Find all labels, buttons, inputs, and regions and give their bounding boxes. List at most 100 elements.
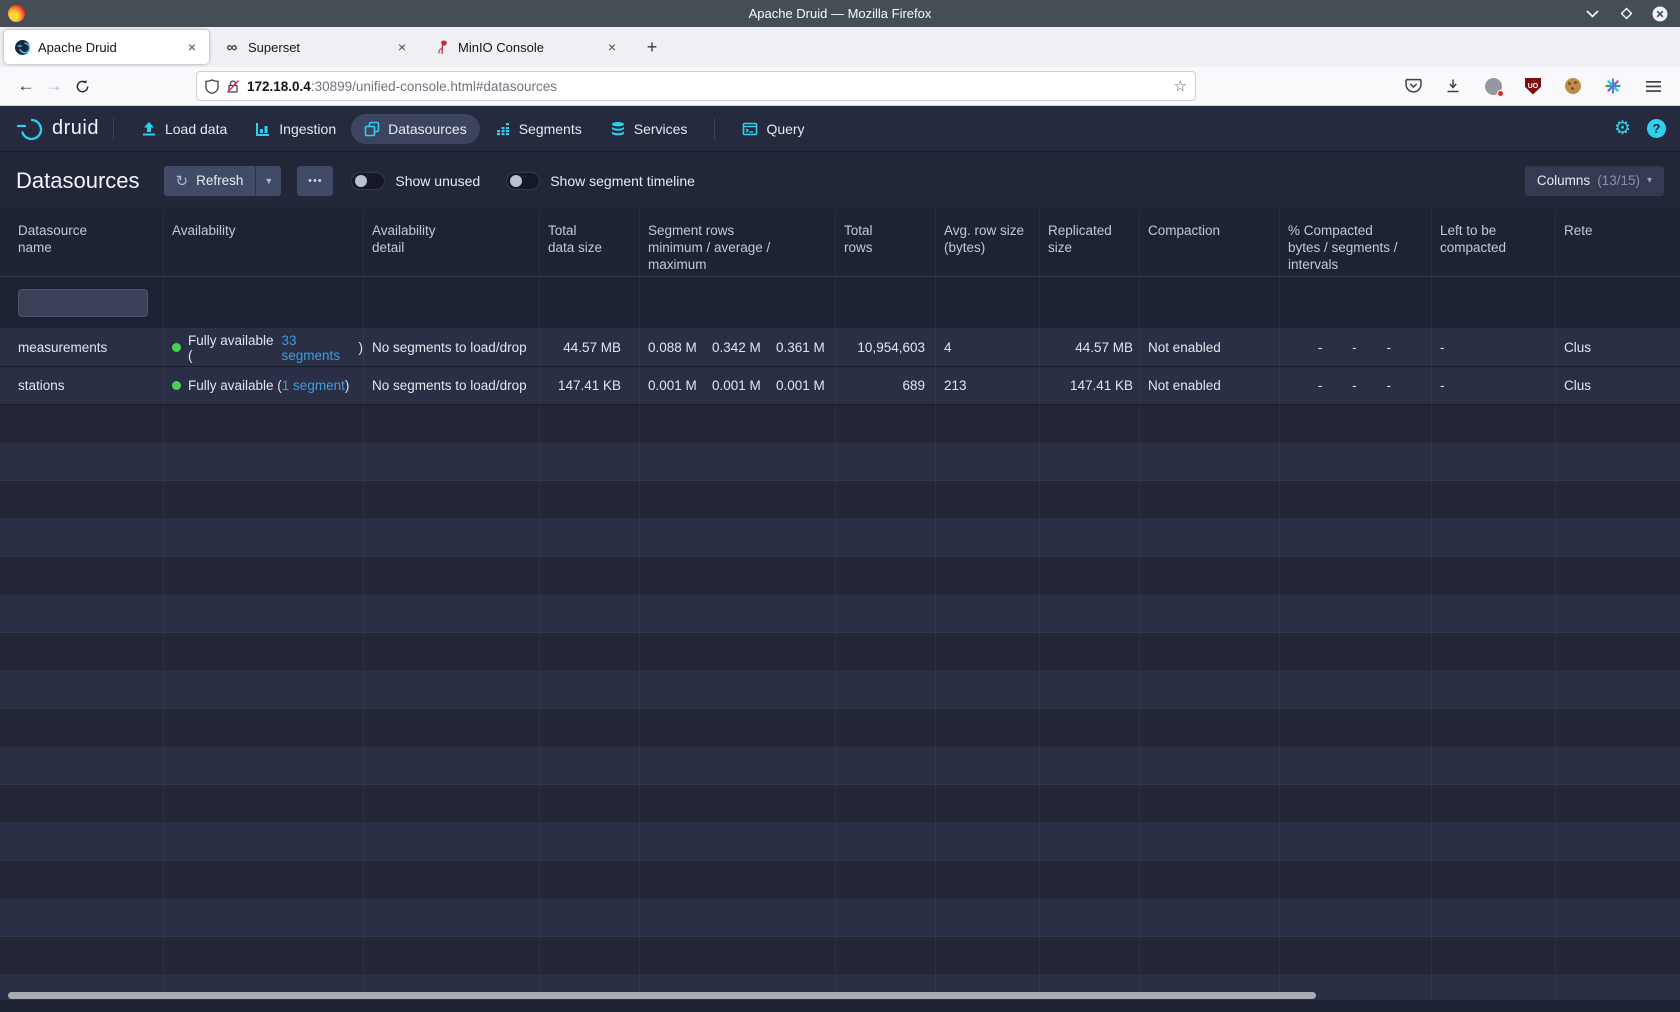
downloads-icon[interactable] <box>1440 73 1466 99</box>
extension-icon[interactable] <box>1480 73 1506 99</box>
url-text[interactable]: 172.18.0.4:30899/unified-console.html#da… <box>247 79 1167 94</box>
new-tab-button[interactable]: + <box>639 34 665 60</box>
superset-favicon-icon: ∞ <box>224 39 240 55</box>
column-header-total-data-size[interactable]: Totaldata size <box>540 209 640 276</box>
page-header: Datasources ↻ Refresh ▼ ••• Show unused … <box>0 152 1680 209</box>
empty-row <box>0 481 1680 519</box>
tab-minio-console[interactable]: MinIO Console × <box>424 30 629 64</box>
nav-item-label: Query <box>766 121 804 137</box>
column-header-availability-detail[interactable]: Availabilitydetail <box>364 209 540 276</box>
insecure-lock-icon[interactable] <box>226 79 240 94</box>
show-segment-timeline-label: Show segment timeline <box>550 173 695 189</box>
reload-button[interactable] <box>68 72 96 100</box>
segments-icon <box>495 121 511 137</box>
settings-gear-icon[interactable]: ⚙ <box>1614 119 1631 138</box>
ingestion-icon <box>255 121 271 137</box>
refresh-dropdown-button[interactable]: ▼ <box>255 166 281 196</box>
cookie-extension-icon[interactable] <box>1560 73 1586 99</box>
ublock-origin-icon[interactable]: UO <box>1520 73 1546 99</box>
table-row-stations: stations Fully available (1 segment) No … <box>0 367 1680 405</box>
caret-down-icon: ▾ <box>1647 175 1652 186</box>
datasources-icon <box>364 121 380 137</box>
more-actions-button[interactable]: ••• <box>297 166 333 196</box>
left-to-be-compacted-cell: - <box>1432 329 1556 366</box>
window-title: Apache Druid — Mozilla Firefox <box>0 6 1680 21</box>
druid-logo-icon <box>14 117 44 141</box>
tab-title: MinIO Console <box>458 40 595 55</box>
window-maximize-icon[interactable] <box>1618 6 1634 22</box>
colorful-extension-icon[interactable] <box>1600 73 1626 99</box>
nav-item-datasources[interactable]: Datasources <box>351 114 480 144</box>
column-header-replicated-size[interactable]: Replicatedsize <box>1040 209 1140 276</box>
pct-compacted-cell: - - - <box>1280 367 1432 404</box>
empty-row <box>0 633 1680 671</box>
nav-item-query[interactable]: Query <box>729 114 817 144</box>
empty-row <box>0 443 1680 481</box>
column-header-pct-compacted[interactable]: % Compactedbytes / segments / intervals <box>1280 209 1432 276</box>
column-header-avg-row-size[interactable]: Avg. row size(bytes) <box>936 209 1040 276</box>
show-unused-toggle[interactable] <box>351 172 385 190</box>
table-bottom-strip <box>0 1000 1680 1012</box>
empty-row <box>0 785 1680 823</box>
availability-detail-cell: No segments to load/drop <box>364 367 540 404</box>
segments-link[interactable]: 33 segments <box>281 333 358 363</box>
columns-count: (13/15) <box>1597 173 1640 188</box>
url-host: 172.18.0.4 <box>247 79 311 94</box>
url-bar[interactable]: 172.18.0.4:30899/unified-console.html#da… <box>196 71 1196 101</box>
services-icon <box>610 121 626 137</box>
tab-title: Superset <box>248 40 385 55</box>
window-titlebar: Apache Druid — Mozilla Firefox <box>0 0 1680 27</box>
column-header-retention[interactable]: Rete <box>1556 209 1680 276</box>
help-icon[interactable]: ? <box>1647 119 1666 138</box>
minio-favicon-icon <box>434 39 450 55</box>
bookmark-star-icon[interactable]: ☆ <box>1174 77 1187 95</box>
empty-row <box>0 747 1680 785</box>
nav-item-label: Services <box>634 121 688 137</box>
avg-row-size-cell: 4 <box>936 329 1040 366</box>
show-segment-timeline-toggle[interactable] <box>506 172 540 190</box>
column-header-compaction[interactable]: Compaction <box>1140 209 1280 276</box>
availability-detail-cell: No segments to load/drop <box>364 329 540 366</box>
divider <box>714 118 715 140</box>
column-header-total-rows[interactable]: Totalrows <box>836 209 936 276</box>
horizontal-scrollbar[interactable] <box>8 992 1316 999</box>
empty-row <box>0 595 1680 633</box>
forward-button[interactable]: → <box>40 72 68 100</box>
nav-item-services[interactable]: Services <box>597 114 701 144</box>
nav-item-segments[interactable]: Segments <box>482 114 595 144</box>
tab-bar: Apache Druid × ∞ Superset × MinIO Consol… <box>0 27 1680 67</box>
nav-item-load-data[interactable]: Load data <box>128 114 240 144</box>
column-header-datasource-name[interactable]: Datasourcename <box>0 209 164 276</box>
datasource-name-filter-input[interactable] <box>18 289 148 317</box>
tab-close-icon[interactable]: × <box>393 39 411 55</box>
columns-label: Columns <box>1537 173 1590 188</box>
divider <box>113 118 114 140</box>
nav-item-ingestion[interactable]: Ingestion <box>242 114 349 144</box>
back-button[interactable]: ← <box>12 72 40 100</box>
availability-text: ) <box>359 340 364 355</box>
window-minimize-icon[interactable] <box>1584 6 1600 22</box>
druid-logo[interactable]: druid <box>14 117 99 141</box>
column-header-left-to-be-compacted[interactable]: Left to becompacted <box>1432 209 1556 276</box>
pocket-icon[interactable] <box>1400 73 1426 99</box>
tab-close-icon[interactable]: × <box>603 39 621 55</box>
refresh-button[interactable]: ↻ Refresh <box>164 166 256 196</box>
tab-superset[interactable]: ∞ Superset × <box>214 30 419 64</box>
segment-rows-cell: 0.088 M 0.342 M 0.361 M <box>640 329 836 366</box>
refresh-icon: ↻ <box>176 172 189 190</box>
browser-toolbar: ← → 172.18.0.4:30899/unified-console.htm… <box>0 67 1680 106</box>
toggle-knob <box>510 175 522 187</box>
total-data-size-cell: 147.41 KB <box>540 367 640 404</box>
tab-apache-druid[interactable]: Apache Druid × <box>4 30 209 64</box>
column-header-segment-rows[interactable]: Segment rowsminimum / average / maximum <box>640 209 836 276</box>
window-close-icon[interactable] <box>1652 6 1668 22</box>
tab-close-icon[interactable]: × <box>183 39 201 55</box>
column-header-availability[interactable]: Availability <box>164 209 364 276</box>
columns-button[interactable]: Columns (13/15) ▾ <box>1525 166 1664 196</box>
table-filter-row <box>0 277 1680 329</box>
tracking-shield-icon[interactable] <box>205 79 219 94</box>
availability-cell: Fully available (1 segment) <box>164 367 364 404</box>
availability-text: Fully available ( <box>188 378 282 393</box>
segments-link[interactable]: 1 segment <box>282 378 345 393</box>
menu-hamburger-icon[interactable] <box>1640 73 1666 99</box>
